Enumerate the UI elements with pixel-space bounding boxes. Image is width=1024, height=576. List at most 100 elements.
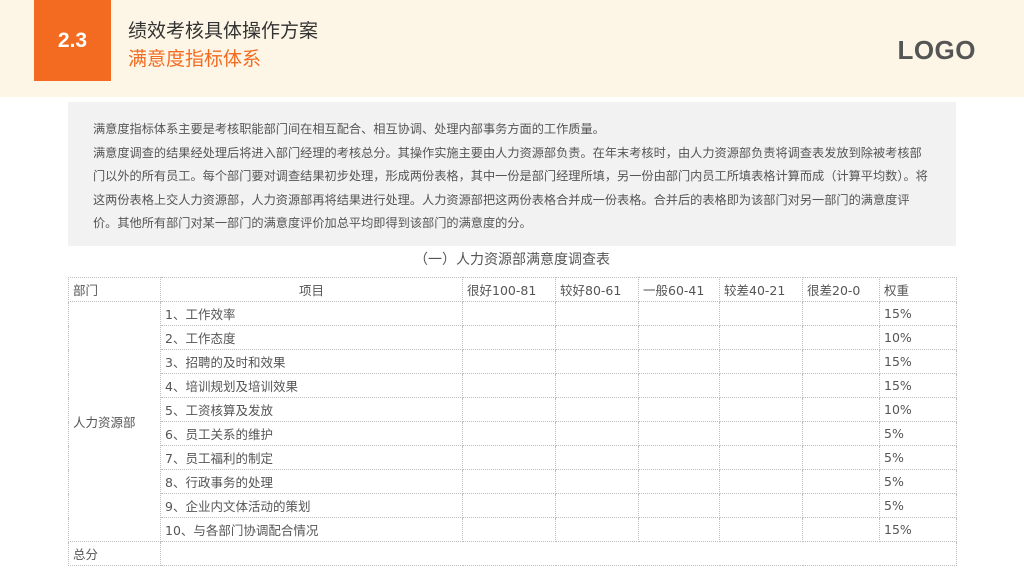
weight-cell: 15% bbox=[879, 517, 957, 542]
table-row: 9、企业内文体活动的策划 5% bbox=[69, 493, 957, 518]
department-cell: 人力资源部 bbox=[68, 301, 161, 542]
weight-cell: 10% bbox=[879, 397, 957, 422]
score-cell[interactable] bbox=[719, 349, 803, 374]
score-cell[interactable] bbox=[462, 445, 556, 470]
score-cell[interactable] bbox=[462, 421, 556, 446]
score-cell[interactable] bbox=[802, 301, 880, 326]
header-good: 较好80-61 bbox=[555, 277, 639, 302]
header-bar: 2.3 绩效考核具体操作方案 满意度指标体系 LOGO bbox=[0, 0, 1024, 97]
table-row: 6、员工关系的维护 5% bbox=[69, 421, 957, 446]
total-label: 总分 bbox=[68, 541, 161, 566]
table-row: 10、与各部门协调配合情况 15% bbox=[69, 517, 957, 542]
score-cell[interactable] bbox=[802, 325, 880, 350]
table-row: 人力资源部 1、工作效率 15% bbox=[68, 301, 957, 542]
header-department: 部门 bbox=[68, 277, 161, 302]
page-subtitle: 满意度指标体系 bbox=[128, 48, 262, 70]
item-cell: 7、员工福利的制定 bbox=[160, 445, 463, 470]
intro-text-box: 满意度指标体系主要是考核职能部门间在相互配合、相互协调、处理内部事务方面的工作质… bbox=[68, 102, 956, 246]
score-cell[interactable] bbox=[462, 397, 556, 422]
score-cell[interactable] bbox=[638, 397, 720, 422]
item-cell: 5、工资核算及发放 bbox=[160, 397, 463, 422]
weight-cell: 5% bbox=[879, 493, 957, 518]
item-cell: 1、工作效率 bbox=[160, 301, 463, 326]
score-cell[interactable] bbox=[719, 325, 803, 350]
weight-cell: 5% bbox=[879, 445, 957, 470]
table-row: 7、员工福利的制定 5% bbox=[69, 445, 957, 470]
score-cell[interactable] bbox=[462, 301, 556, 326]
score-cell[interactable] bbox=[555, 325, 639, 350]
intro-paragraph: 满意度指标体系主要是考核职能部门间在相互配合、相互协调、处理内部事务方面的工作质… bbox=[93, 122, 605, 136]
score-cell[interactable] bbox=[802, 349, 880, 374]
score-cell[interactable] bbox=[802, 469, 880, 494]
score-cell[interactable] bbox=[462, 373, 556, 398]
table-body: 人力资源部 1、工作效率 15% 2、工作态度 10% 3、招聘的及时和效果 15% 4、培训… bbox=[68, 301, 957, 566]
score-cell[interactable] bbox=[638, 301, 720, 326]
table-row: 3、招聘的及时和效果 15% bbox=[69, 349, 957, 374]
table-row: 5、工资核算及发放 10% bbox=[69, 397, 957, 422]
table-title: （一）人力资源部满意度调查表 bbox=[414, 252, 610, 268]
weight-cell: 5% bbox=[879, 469, 957, 494]
score-cell[interactable] bbox=[462, 349, 556, 374]
section-number-badge: 2.3 bbox=[34, 0, 111, 81]
score-cell[interactable] bbox=[719, 421, 803, 446]
score-cell[interactable] bbox=[802, 421, 880, 446]
score-cell[interactable] bbox=[802, 493, 880, 518]
score-cell[interactable] bbox=[719, 373, 803, 398]
score-cell[interactable] bbox=[719, 397, 803, 422]
score-cell[interactable] bbox=[802, 397, 880, 422]
header-very-good: 很好100-81 bbox=[462, 277, 556, 302]
score-cell[interactable] bbox=[555, 469, 639, 494]
score-cell[interactable] bbox=[719, 493, 803, 518]
weight-cell: 15% bbox=[879, 373, 957, 398]
total-row: 总分 bbox=[68, 541, 957, 566]
score-cell[interactable] bbox=[462, 469, 556, 494]
header-weight: 权重 bbox=[879, 277, 957, 302]
table-header-row: 部门 项目 很好100-81 较好80-61 一般60-41 较差40-21 很… bbox=[68, 277, 957, 302]
score-cell[interactable] bbox=[462, 325, 556, 350]
score-cell[interactable] bbox=[719, 517, 803, 542]
score-cell[interactable] bbox=[555, 349, 639, 374]
weight-cell: 5% bbox=[879, 421, 957, 446]
weight-cell: 10% bbox=[879, 325, 957, 350]
score-cell[interactable] bbox=[719, 445, 803, 470]
score-cell[interactable] bbox=[638, 421, 720, 446]
score-cell[interactable] bbox=[555, 301, 639, 326]
score-cell[interactable] bbox=[555, 421, 639, 446]
score-cell[interactable] bbox=[802, 373, 880, 398]
weight-cell: 15% bbox=[879, 349, 957, 374]
score-cell[interactable] bbox=[555, 397, 639, 422]
score-cell[interactable] bbox=[555, 445, 639, 470]
item-cell: 8、行政事务的处理 bbox=[160, 469, 463, 494]
intro-paragraph: 满意度调查的结果经处理后将进入部门经理的考核总分。其操作实施主要由人力资源部负责… bbox=[93, 145, 928, 231]
header-average: 一般60-41 bbox=[638, 277, 720, 302]
score-cell[interactable] bbox=[555, 517, 639, 542]
total-value-cell[interactable] bbox=[160, 541, 957, 566]
score-cell[interactable] bbox=[802, 517, 880, 542]
score-cell[interactable] bbox=[719, 469, 803, 494]
score-cell[interactable] bbox=[638, 373, 720, 398]
score-cell[interactable] bbox=[638, 469, 720, 494]
page-title: 绩效考核具体操作方案 bbox=[128, 20, 319, 42]
score-cell[interactable] bbox=[462, 517, 556, 542]
score-cell[interactable] bbox=[719, 301, 803, 326]
score-cell[interactable] bbox=[638, 349, 720, 374]
score-cell[interactable] bbox=[462, 493, 556, 518]
weight-cell: 15% bbox=[879, 301, 957, 326]
item-cell: 9、企业内文体活动的策划 bbox=[160, 493, 463, 518]
score-cell[interactable] bbox=[638, 493, 720, 518]
table-row: 8、行政事务的处理 5% bbox=[69, 469, 957, 494]
header-item: 项目 bbox=[160, 277, 463, 302]
score-cell[interactable] bbox=[638, 445, 720, 470]
item-cell: 3、招聘的及时和效果 bbox=[160, 349, 463, 374]
item-cell: 4、培训规划及培训效果 bbox=[160, 373, 463, 398]
satisfaction-survey-table: 部门 项目 很好100-81 较好80-61 一般60-41 较差40-21 很… bbox=[68, 277, 957, 566]
score-cell[interactable] bbox=[638, 325, 720, 350]
item-cell: 2、工作态度 bbox=[160, 325, 463, 350]
score-cell[interactable] bbox=[555, 373, 639, 398]
table-row: 2、工作态度 10% bbox=[69, 325, 957, 350]
score-cell[interactable] bbox=[802, 445, 880, 470]
score-cell[interactable] bbox=[555, 493, 639, 518]
score-cell[interactable] bbox=[638, 517, 720, 542]
logo: LOGO bbox=[897, 35, 976, 65]
header-poor: 较差40-21 bbox=[719, 277, 803, 302]
